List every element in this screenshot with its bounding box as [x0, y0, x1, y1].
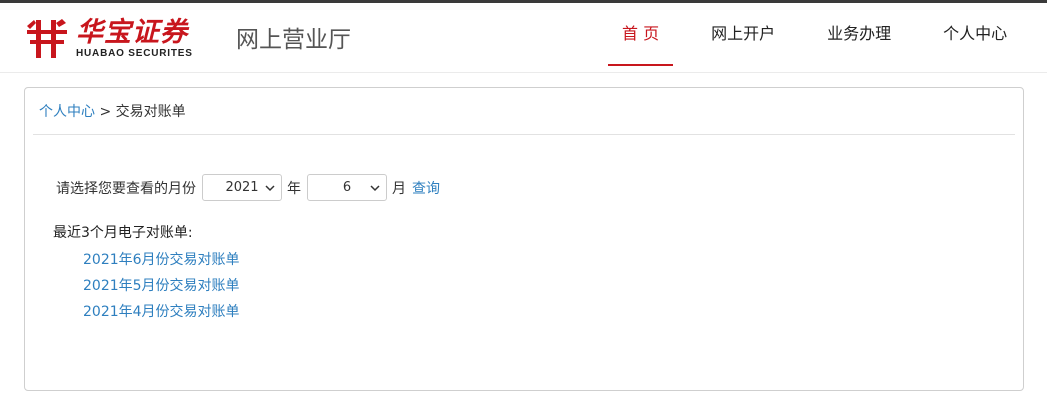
- month-select[interactable]: 6: [307, 174, 387, 201]
- breadcrumb-separator: >: [99, 104, 112, 120]
- site-header: 华宝证券 HUABAO SECURITES 网上营业厅 首 页 网上开户 业务办…: [0, 3, 1047, 73]
- divider: [33, 134, 1015, 135]
- statement-list: 2021年6月份交易对账单 2021年5月份交易对账单 2021年4月份交易对账…: [83, 247, 240, 325]
- query-button[interactable]: 查询: [412, 178, 440, 198]
- nav-open-account[interactable]: 网上开户: [685, 3, 801, 65]
- breadcrumb-personal-center[interactable]: 个人中心: [39, 104, 95, 120]
- statement-panel: 个人中心 > 交易对账单 请选择您要查看的月份 2021 年 6 月 查询 最近…: [24, 87, 1024, 391]
- nav-personal-center[interactable]: 个人中心: [917, 3, 1033, 65]
- nav-business[interactable]: 业务办理: [801, 3, 917, 65]
- huabao-logo-icon: [27, 19, 67, 58]
- logo-english: HUABAO SECURITES: [76, 48, 193, 59]
- statement-link[interactable]: 2021年5月份交易对账单: [83, 273, 240, 299]
- year-unit: 年: [287, 180, 301, 197]
- breadcrumb-current: 交易对账单: [115, 104, 186, 120]
- month-unit: 月: [392, 180, 406, 197]
- year-select[interactable]: 2021: [202, 174, 282, 201]
- query-prompt: 请选择您要查看的月份: [56, 180, 196, 197]
- nav-home[interactable]: 首 页: [596, 3, 685, 66]
- recent-statements-title: 最近3个月电子对账单:: [53, 225, 193, 241]
- breadcrumb: 个人中心 > 交易对账单: [39, 102, 186, 122]
- chevron-down-icon: [370, 185, 380, 192]
- statement-link[interactable]: 2021年4月份交易对账单: [83, 299, 240, 325]
- month-query-form: 请选择您要查看的月份 2021 年 6 月 查询: [56, 174, 440, 201]
- logo-chinese: 华宝证券: [76, 17, 188, 48]
- statement-link[interactable]: 2021年6月份交易对账单: [83, 247, 240, 273]
- chevron-down-icon: [265, 185, 275, 192]
- portal-title: 网上营业厅: [236, 27, 351, 53]
- main-nav: 首 页 网上开户 业务办理 个人中心: [596, 3, 1033, 70]
- logo-text: 华宝证券 HUABAO SECURITES: [76, 18, 193, 60]
- brand-logo[interactable]: 华宝证券 HUABAO SECURITES: [24, 15, 193, 63]
